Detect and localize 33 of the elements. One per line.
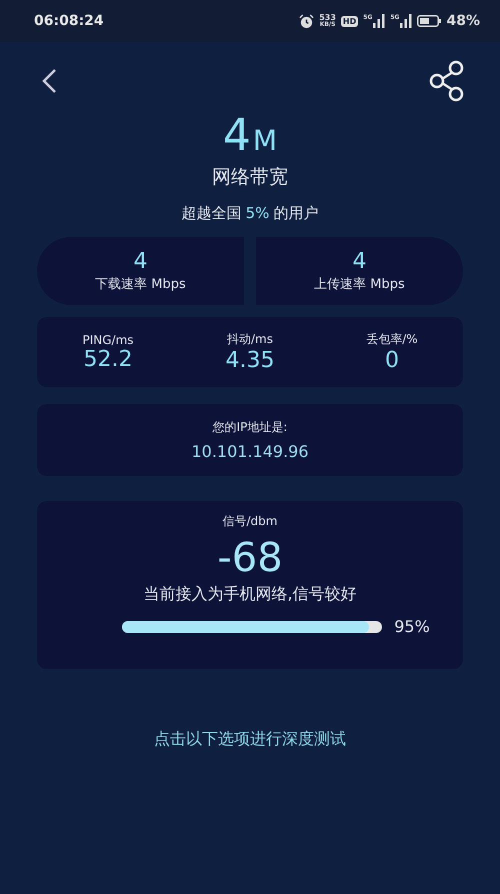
speed-value: 4 [352, 249, 366, 275]
rank-text: 超越全国 [182, 204, 242, 223]
back-icon[interactable] [40, 68, 58, 94]
rank-percent: 5% [246, 204, 270, 223]
status-time: 06:08:24 [34, 13, 104, 29]
metric-value: 52.2 [84, 346, 132, 372]
metric-value: 4.35 [226, 348, 274, 373]
signal-value: -68 [217, 534, 283, 582]
signal-percent: 95% [394, 617, 430, 636]
signal-icon [400, 14, 412, 28]
speed-label: 上传速率 Mbps [314, 276, 405, 293]
bandwidth-unit: M [252, 124, 278, 157]
battery-percent: 48% [446, 13, 480, 29]
alarm-icon [299, 14, 314, 28]
speed-value: 4 [134, 249, 148, 275]
signal-icon [373, 14, 386, 28]
ip-label: 您的IP地址是: [212, 419, 288, 436]
metric-label: 抖动/ms [227, 331, 273, 348]
signal-description: 当前接入为手机网络,信号较好 [143, 584, 357, 605]
deep-test-link[interactable]: 点击以下选项进行深度测试 [154, 729, 346, 750]
signal-label: 信号/dbm [222, 513, 278, 530]
speed-label: 下载速率 Mbps [95, 276, 186, 293]
network-speed: 533 [319, 14, 336, 22]
bandwidth-value: 4 [222, 112, 251, 160]
metric-value: 0 [385, 348, 399, 373]
share-icon[interactable] [428, 60, 466, 102]
bandwidth-label: 网络带宽 [212, 165, 288, 190]
metric-label: PING/ms [82, 332, 134, 346]
hd-badge: HD [340, 16, 358, 26]
rank-text: 的用户 [273, 204, 318, 223]
battery-icon [417, 15, 442, 27]
metric-label: 丢包率/% [366, 331, 418, 348]
ip-address: 10.101.149.96 [191, 442, 309, 461]
